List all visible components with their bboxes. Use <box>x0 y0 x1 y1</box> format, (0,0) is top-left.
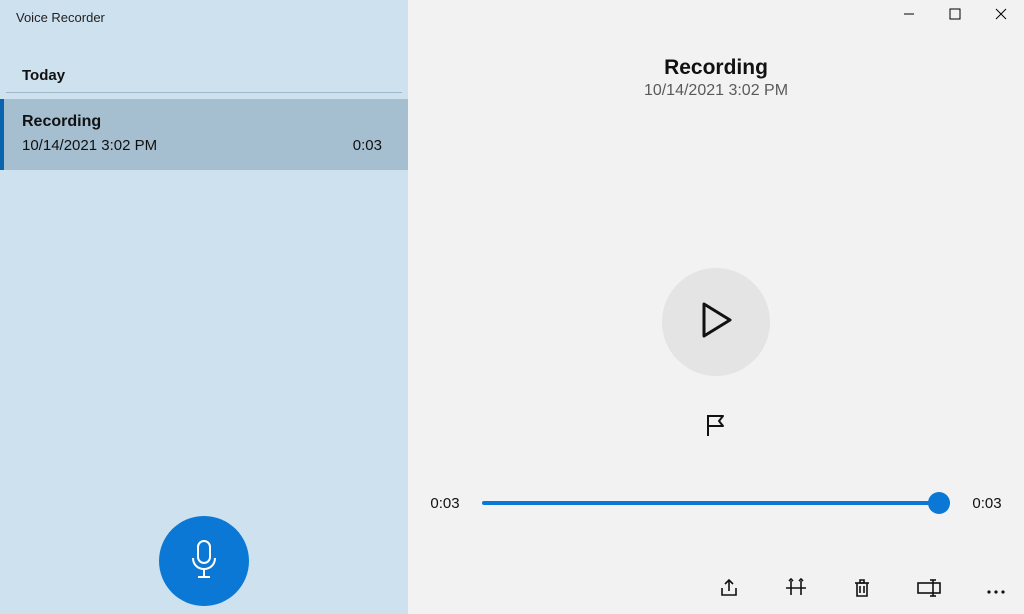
rename-button[interactable] <box>916 579 942 602</box>
close-icon <box>995 7 1007 25</box>
play-icon <box>698 300 734 345</box>
minimize-button[interactable] <box>886 0 932 32</box>
share-icon <box>718 577 740 604</box>
trim-icon <box>784 577 808 604</box>
player-header: Recording 10/14/2021 3:02 PM <box>408 56 1024 100</box>
close-button[interactable] <box>978 0 1024 32</box>
more-icon <box>986 582 1006 600</box>
slider-track <box>482 501 950 505</box>
app-title: Voice Recorder <box>0 0 408 25</box>
slider-thumb[interactable] <box>928 492 950 514</box>
record-button[interactable] <box>159 516 249 606</box>
recording-item-name: Recording <box>22 113 382 131</box>
maximize-icon <box>949 7 961 25</box>
sidebar: Voice Recorder Today Recording 10/14/202… <box>0 0 408 614</box>
rename-icon <box>916 579 942 602</box>
microphone-icon <box>187 539 221 584</box>
main-panel: Recording 10/14/2021 3:02 PM 0:03 0:03 <box>408 0 1024 614</box>
sidebar-section-today: Today <box>6 25 402 93</box>
trim-button[interactable] <box>784 577 808 604</box>
player-date: 10/14/2021 3:02 PM <box>408 82 1024 100</box>
recording-item-duration: 0:03 <box>353 137 382 154</box>
bottom-toolbar <box>718 577 1006 604</box>
current-time-label: 0:03 <box>424 495 466 512</box>
player-title: Recording <box>408 56 1024 80</box>
trash-icon <box>852 577 872 604</box>
add-marker-button[interactable] <box>408 412 1024 443</box>
flag-icon <box>703 412 729 443</box>
maximize-button[interactable] <box>932 0 978 32</box>
minimize-icon <box>903 7 915 25</box>
playback-slider[interactable] <box>482 493 950 513</box>
window-controls <box>886 0 1024 32</box>
recording-item[interactable]: Recording 10/14/2021 3:02 PM 0:03 <box>0 99 408 170</box>
total-time-label: 0:03 <box>966 495 1008 512</box>
more-button[interactable] <box>986 582 1006 600</box>
delete-button[interactable] <box>852 577 872 604</box>
play-button[interactable] <box>662 268 770 376</box>
recording-item-date: 10/14/2021 3:02 PM <box>22 137 157 154</box>
share-button[interactable] <box>718 577 740 604</box>
playback-slider-row: 0:03 0:03 <box>408 493 1024 513</box>
